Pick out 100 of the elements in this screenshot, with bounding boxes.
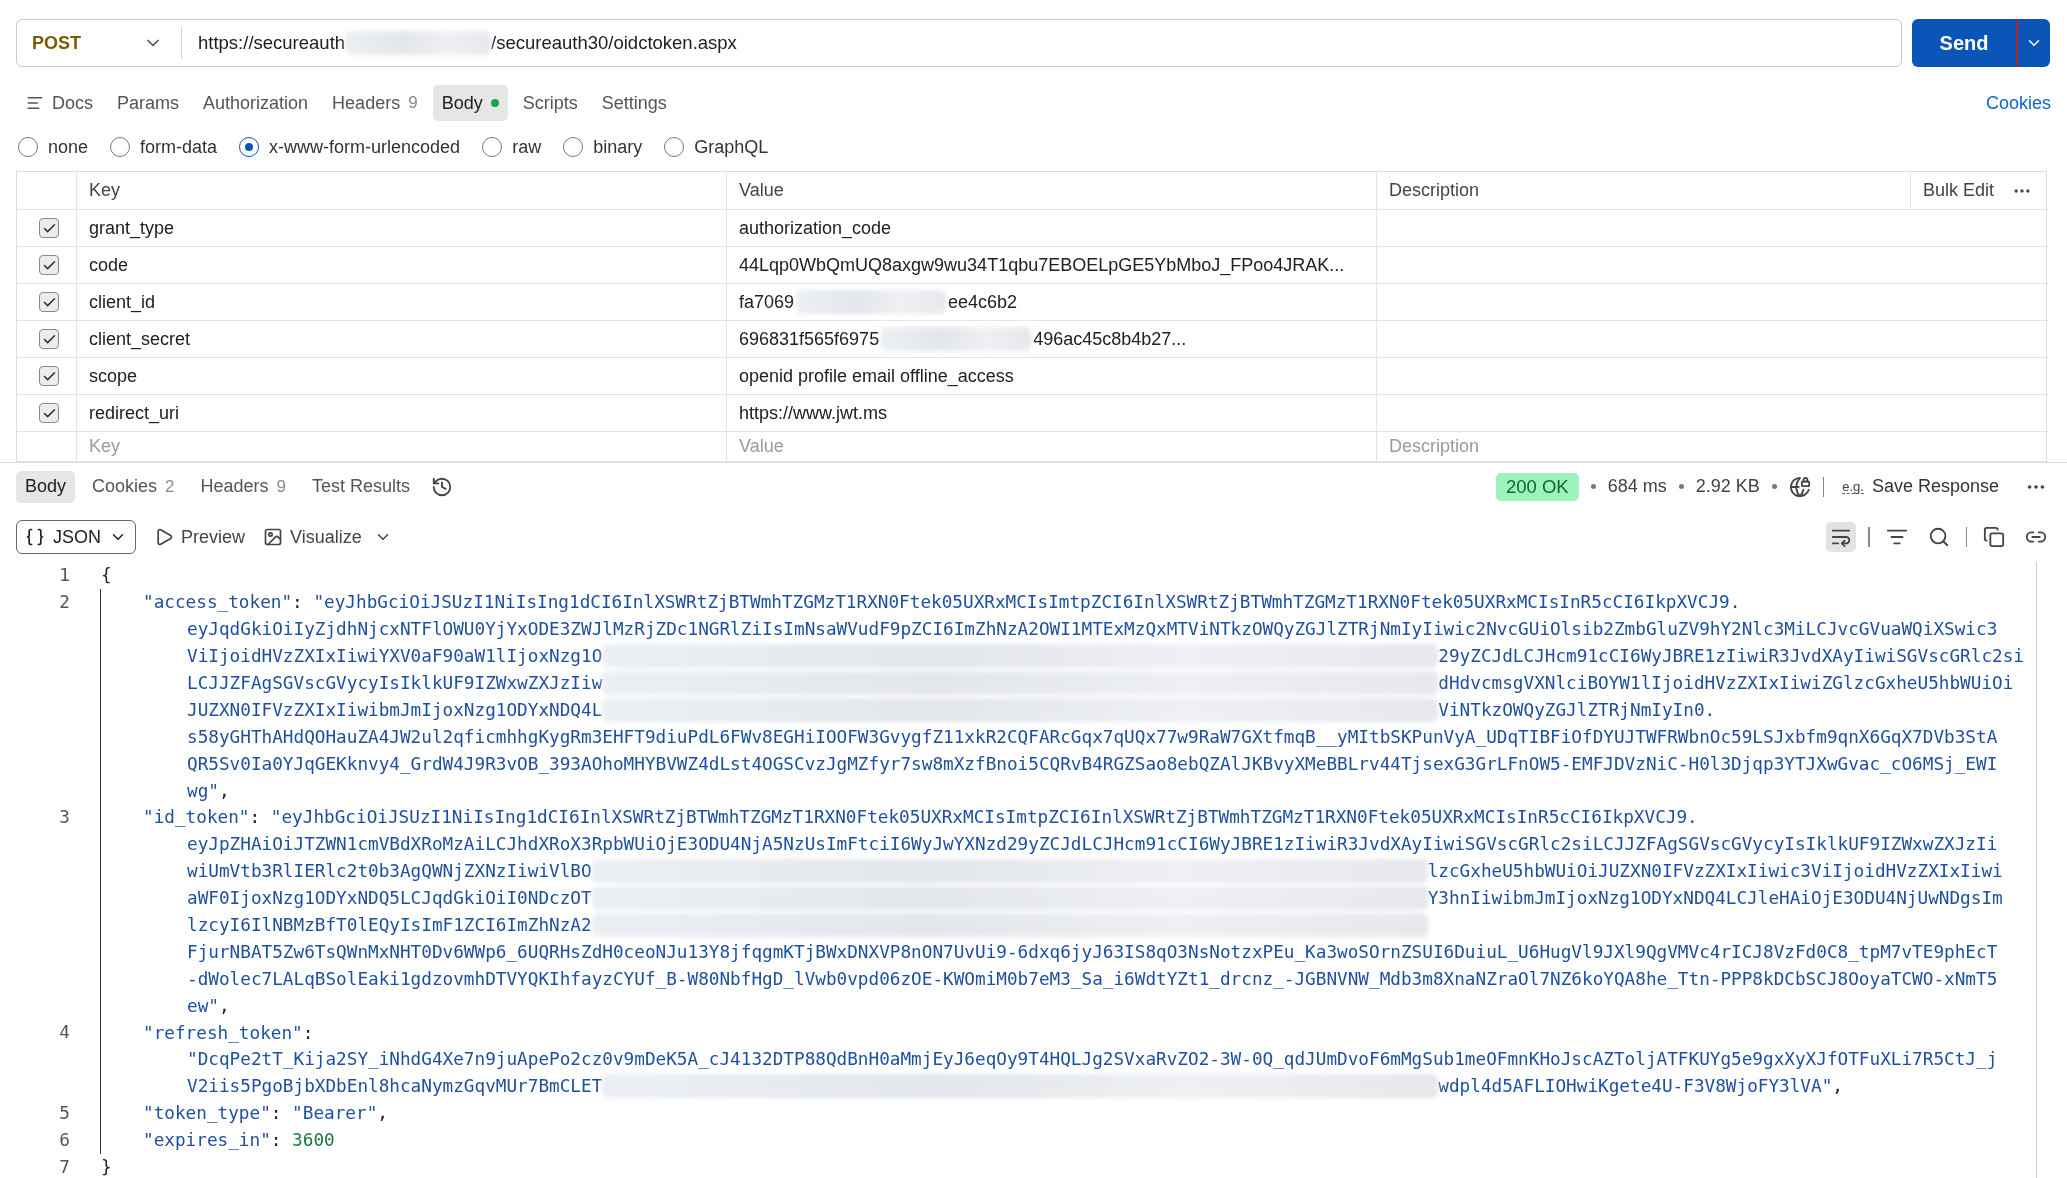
request-tab[interactable]: Params	[108, 85, 189, 121]
response-tab[interactable]: Test Results	[303, 470, 420, 503]
json-string: Y3hnIiwibmJmIjoxNzg1ODYxNDQ4LCJleHAiOjE3ODU4NjUwNDgsIm	[1427, 888, 2003, 909]
checkbox[interactable]	[39, 403, 59, 423]
globe-lock-icon[interactable]	[1788, 475, 1811, 498]
radio-label[interactable]: form-data	[140, 136, 218, 158]
json-string: aWF0IjoxNzg1ODYxNDQ5LCJqdGkiOiI0NDczOT	[187, 888, 592, 909]
request-tab[interactable]: Headers 9	[323, 85, 427, 121]
json-key: "id_token"	[143, 807, 250, 828]
column-header: Description	[1389, 180, 1480, 201]
json-string: s58yGHThAHdQOHauZA4JW2ul2qficmhhgKygRm3EHFT9diuPdL6FWv8EGHiIOOFW3GvygfZ11xkR2CQFARcGqx7qUQx77w9RaW7GXtfmqB__yMItbSKPunVyA_UDqTIBFiOfDYUJTWFRWbnOc59LSJxbfm9qnX6GqX7DVb3StA	[187, 726, 1998, 747]
response-time: 684 ms	[1607, 476, 1667, 497]
preview-button[interactable]: Preview	[154, 526, 246, 548]
value-input[interactable]: Value	[739, 436, 1364, 457]
line-number: 4	[58, 1021, 70, 1045]
radio-button[interactable]	[482, 137, 503, 157]
send-options-button[interactable]	[2016, 19, 2050, 67]
json-string: wg"	[187, 780, 219, 801]
radio-button[interactable]	[664, 137, 685, 157]
image-icon	[263, 527, 284, 547]
json-string: LCJJZFAgSGVscGVycyIsIklkUF9IZWxwZXJzIiw	[187, 673, 603, 693]
column-header: Key	[89, 180, 121, 201]
json-string: eyJqdGkiOiIyZjdhNjcxNTFlOWU0YjYxODE3ZWJlMzRjZDc1NGRlZiIsImNsaWVudF9pZCI6ImZhNzA2OWI1MTExMzQxMTViNTkzOWQyZGJlZTRjNmIyIiwic2NvcGUiOlsib2ZmbGluZV9hY2Nlc3MiLCJvcGVuaWQiXSwic3	[187, 619, 1998, 640]
key-input[interactable]: Key	[89, 436, 714, 457]
request-tab[interactable]: Scripts	[513, 85, 587, 121]
description-input[interactable]: Description	[1389, 436, 2036, 457]
json-key: "refresh_token"	[143, 1022, 303, 1043]
radio-button[interactable]	[563, 137, 584, 157]
radio-button[interactable]	[18, 137, 38, 157]
json-punctuation: ,	[218, 995, 230, 1016]
json-string: -dWolec7LALqBSolEaki1gdzovmhDTVYQKIhfayzCYUf_B-W80NbfHgD_lVwb0vpd06zOE-KWOmiM0b7eM3_Sa_i6WdtYZt1_drcnz_-JGBNVNW_Mdb3m8XnaNZraOl7NZ6koYQA8he_Ttn-PPP8kDCbSCJ8OoyaTCWO-xNmT5	[187, 968, 1998, 989]
json-punctuation: :	[302, 1022, 314, 1043]
response-tab[interactable]: Cookies 2	[83, 470, 184, 503]
response-tab[interactable]: Body	[16, 470, 76, 503]
json-punctuation: }	[101, 1157, 112, 1178]
request-tab[interactable]: Settings	[592, 85, 676, 121]
table-cell: 696831f565f6975	[739, 328, 880, 350]
table-cell: client_id	[89, 291, 156, 313]
checkbox[interactable]	[39, 329, 59, 349]
json-string: ViIjoidHVzZXIxIiwiYXV0aF90aW1lIjoxNzg1O	[187, 646, 603, 667]
json-punctuation: ,	[218, 780, 230, 801]
json-number: 3600	[292, 1130, 335, 1151]
send-button[interactable]: Send	[1912, 19, 2016, 67]
radio-button[interactable]	[239, 137, 260, 157]
json-punctuation: :	[270, 1130, 283, 1151]
table-cell: https://www.jwt.ms	[739, 402, 888, 424]
status-badge: 200 OK	[1495, 472, 1579, 501]
response-tab[interactable]: Headers 9	[191, 470, 296, 503]
json-string: eyJpZHAiOiJTZWN1cmVBdXRoMzAiLCJhdXRoX3RpbWUiOjE3ODU4NjA5NzUsImFtciI6WyJwYXNzd29yZCJdLCJHcm91cCI6WyJBRE1zIiwiR3JvdXAyIiwiSGVscGRlc2siLCJJZFAgSGVscGVycyIsIklkUF9IZWxwZXJzIi	[187, 834, 1998, 855]
request-tab[interactable]: Body	[432, 85, 508, 121]
checkbox[interactable]	[39, 218, 59, 238]
radio-label[interactable]: binary	[593, 136, 643, 158]
radio-button[interactable]	[110, 137, 131, 157]
json-string: "Bearer"	[292, 1103, 378, 1124]
visualize-button[interactable]: Visualize	[263, 526, 362, 548]
format-select[interactable]: JSON	[16, 520, 136, 554]
cookies-link[interactable]: Cookies	[1985, 92, 2051, 114]
json-string: FjurNBAT5Zw6TsQWnMxNHT0Dv6WWp6_6UQRHsZdH0ceoNJu13Y8jfqgmKTjBWxDNXVP8nON7UvUi9-6dxq6jyJ63IS8qO3NsNotzxPEu_Ka3woSOrnZSUI6DuiuL_U6HugVl9JXl9QgVMVc4rICJ8VzFd0C8_tpM7vTE9phEcT	[187, 941, 1998, 962]
line-number: 6	[58, 1128, 70, 1152]
line-number: 1	[58, 564, 70, 587]
json-string: lzcGxheU5hbWUiOiJUZXN0IFVzZXIxIiwic3ViIjoidHVzZXIxIiwi	[1427, 861, 2003, 882]
table-cell: 44Lqp0WbQmUQ8axgw9wu34T1qbu7EBOELpGE5YbMboJ_FPoo4JRAK...	[739, 254, 1345, 276]
json-string: "eyJhbGciOiJSUzI1NiIsIng1dCI6InlXSWRtZjBTWmhTZGMzT1RXN0Ftek05UXRxMCIsImtpZCI6InlXSWRtZjBTWmhTZGMzT1RXN0Ftek05UXRxMCIsInR5cCI6IkpXVCJ9.	[270, 807, 1698, 828]
json-string: dHdvcmsgVXNlciBOYW1lIjoidHVzZXIxIiwiZGlzcGxheU5hbWUiOi	[1438, 673, 2014, 693]
radio-label[interactable]: none	[48, 136, 89, 158]
json-punctuation: {	[101, 565, 112, 586]
table-cell: grant_type	[89, 217, 175, 239]
table-cell: code	[89, 254, 129, 276]
json-string: wdpl4d5AFLIOHwiKgete4U-F3V8WjoFY3lVA"	[1438, 1076, 1833, 1097]
json-key: "token_type"	[143, 1103, 271, 1124]
json-key: "expires_in"	[143, 1130, 271, 1151]
save-response-button[interactable]: e.g. Save Response	[1836, 475, 2005, 498]
table-cell: authorization_code	[739, 217, 892, 239]
json-punctuation: :	[270, 1103, 283, 1124]
bulk-edit-button[interactable]: Bulk Edit	[1923, 180, 1995, 201]
wrap-lines-icon[interactable]	[1826, 522, 1856, 552]
table-cell: scope	[89, 365, 138, 387]
table-cell: ee4c6b2	[948, 291, 1018, 313]
checkbox[interactable]	[39, 255, 59, 275]
line-number: 3	[58, 806, 70, 829]
json-string: lzcyI6IlNBMzBfT0lEQyIsImF1ZCI6ImZhNzA2	[187, 915, 592, 935]
request-tab[interactable]: Docs	[17, 85, 102, 121]
play-icon	[154, 527, 174, 547]
json-punctuation: :	[292, 592, 304, 613]
line-number: 7	[58, 1155, 70, 1178]
response-size: 2.92 KB	[1695, 476, 1760, 497]
json-punctuation: :	[249, 807, 262, 828]
json-key: "access_token"	[143, 592, 293, 613]
line-number: 2	[58, 590, 70, 614]
json-string: V2iis5PgoBjbXDbEnl8hcaNymzGqvMUr7BmCLET	[187, 1076, 603, 1097]
json-string: wiUmVtb3RlIERlc2t0b3AgQWNjZXNzIiwiVlBO	[187, 861, 592, 882]
json-string: ViNTkzOWQyZGJlZTRjNmIyIn0.	[1438, 699, 1716, 720]
json-string: "DcqPe2tT_Kija2SY_iNhdG4Xe7n9juApePo2cz0v9mDeK5A_cJ4132DTP88QdBnH0aMmjEyJ6eqOy9T4HQLJg2SVxaRvZO2-3W-0Q_qdJUmDvoF6mMgSub1meOFmnKHoJscAZToljATFKUYg5e9gxXyXJfOTFuXLi7R5CtJ_j	[187, 1049, 1998, 1070]
radio-label[interactable]: x-www-form-urlencoded	[269, 136, 461, 158]
radio-label[interactable]: raw	[512, 136, 542, 158]
radio-label[interactable]: GraphQL	[694, 136, 769, 158]
request-tab[interactable]: Authorization	[194, 85, 318, 121]
checkbox[interactable]	[39, 292, 59, 312]
checkbox[interactable]	[39, 366, 59, 386]
table-cell: 496ac45c8b4b27...	[1033, 328, 1187, 350]
